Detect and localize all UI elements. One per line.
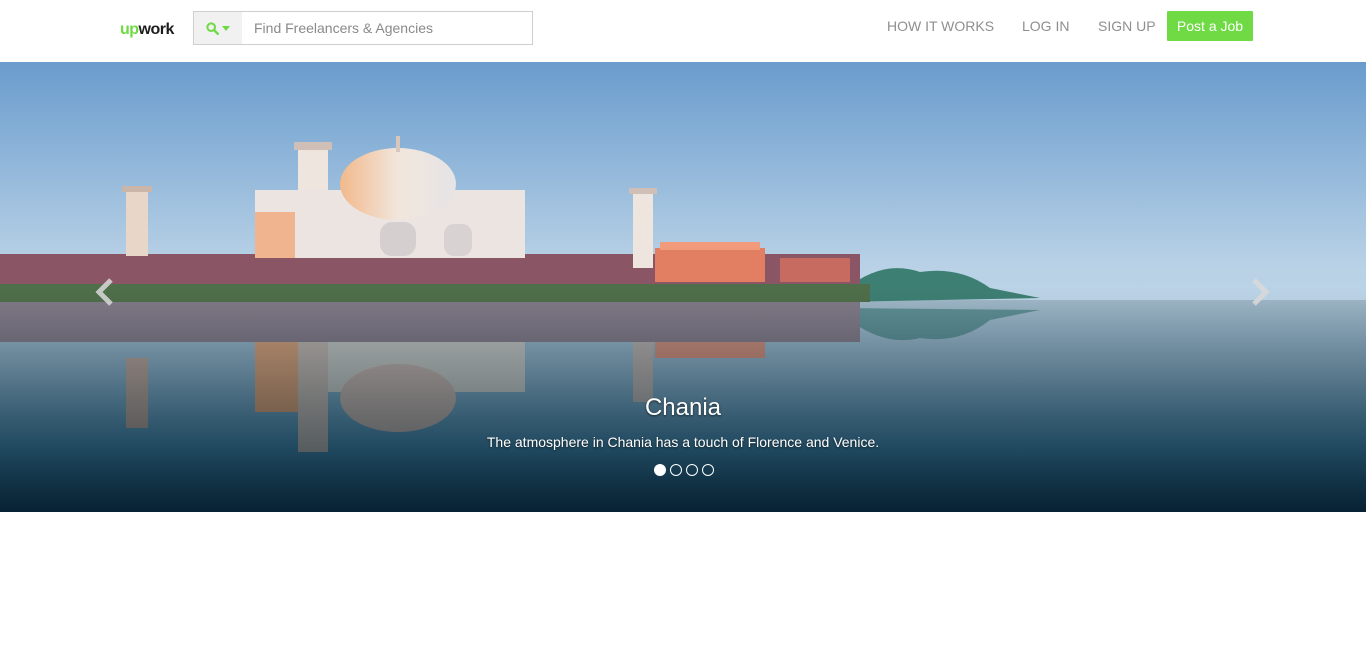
caret-down-icon xyxy=(222,25,230,31)
carousel-indicator-dot[interactable] xyxy=(669,464,682,476)
chevron-left-icon xyxy=(94,277,116,312)
slide-caption-text: The atmosphere in Chania has a touch of … xyxy=(486,434,880,450)
logo-work: work xyxy=(138,21,175,38)
slide-caption-title: Chania xyxy=(644,394,722,421)
nav-sign-up[interactable]: SIGN UP xyxy=(1098,18,1156,34)
search-box xyxy=(193,11,533,45)
carousel-prev-button[interactable] xyxy=(85,274,125,314)
logo-up: up xyxy=(120,21,139,38)
hero-carousel: Chania The atmosphere in Chania has a to… xyxy=(0,62,1366,512)
carousel-indicator-dot[interactable] xyxy=(685,464,698,476)
chevron-right-icon xyxy=(1249,277,1271,312)
post-job-button[interactable]: Post a Job xyxy=(1167,11,1253,41)
carousel-indicator-dot[interactable] xyxy=(653,464,666,476)
carousel-indicator-dot[interactable] xyxy=(701,464,714,476)
search-type-dropdown[interactable] xyxy=(194,12,242,44)
nav-how-it-works[interactable]: HOW IT WORKS xyxy=(887,18,994,34)
search-icon xyxy=(206,21,219,35)
nav-log-in[interactable]: LOG IN xyxy=(1022,18,1069,34)
search-input[interactable] xyxy=(242,12,532,44)
upwork-logo[interactable]: upwork xyxy=(120,20,174,40)
top-navbar: upwork HOW IT WORKS LOG IN SIGN UP Post … xyxy=(0,0,1366,62)
carousel-next-button[interactable] xyxy=(1240,274,1280,314)
carousel-indicators xyxy=(0,464,1366,476)
